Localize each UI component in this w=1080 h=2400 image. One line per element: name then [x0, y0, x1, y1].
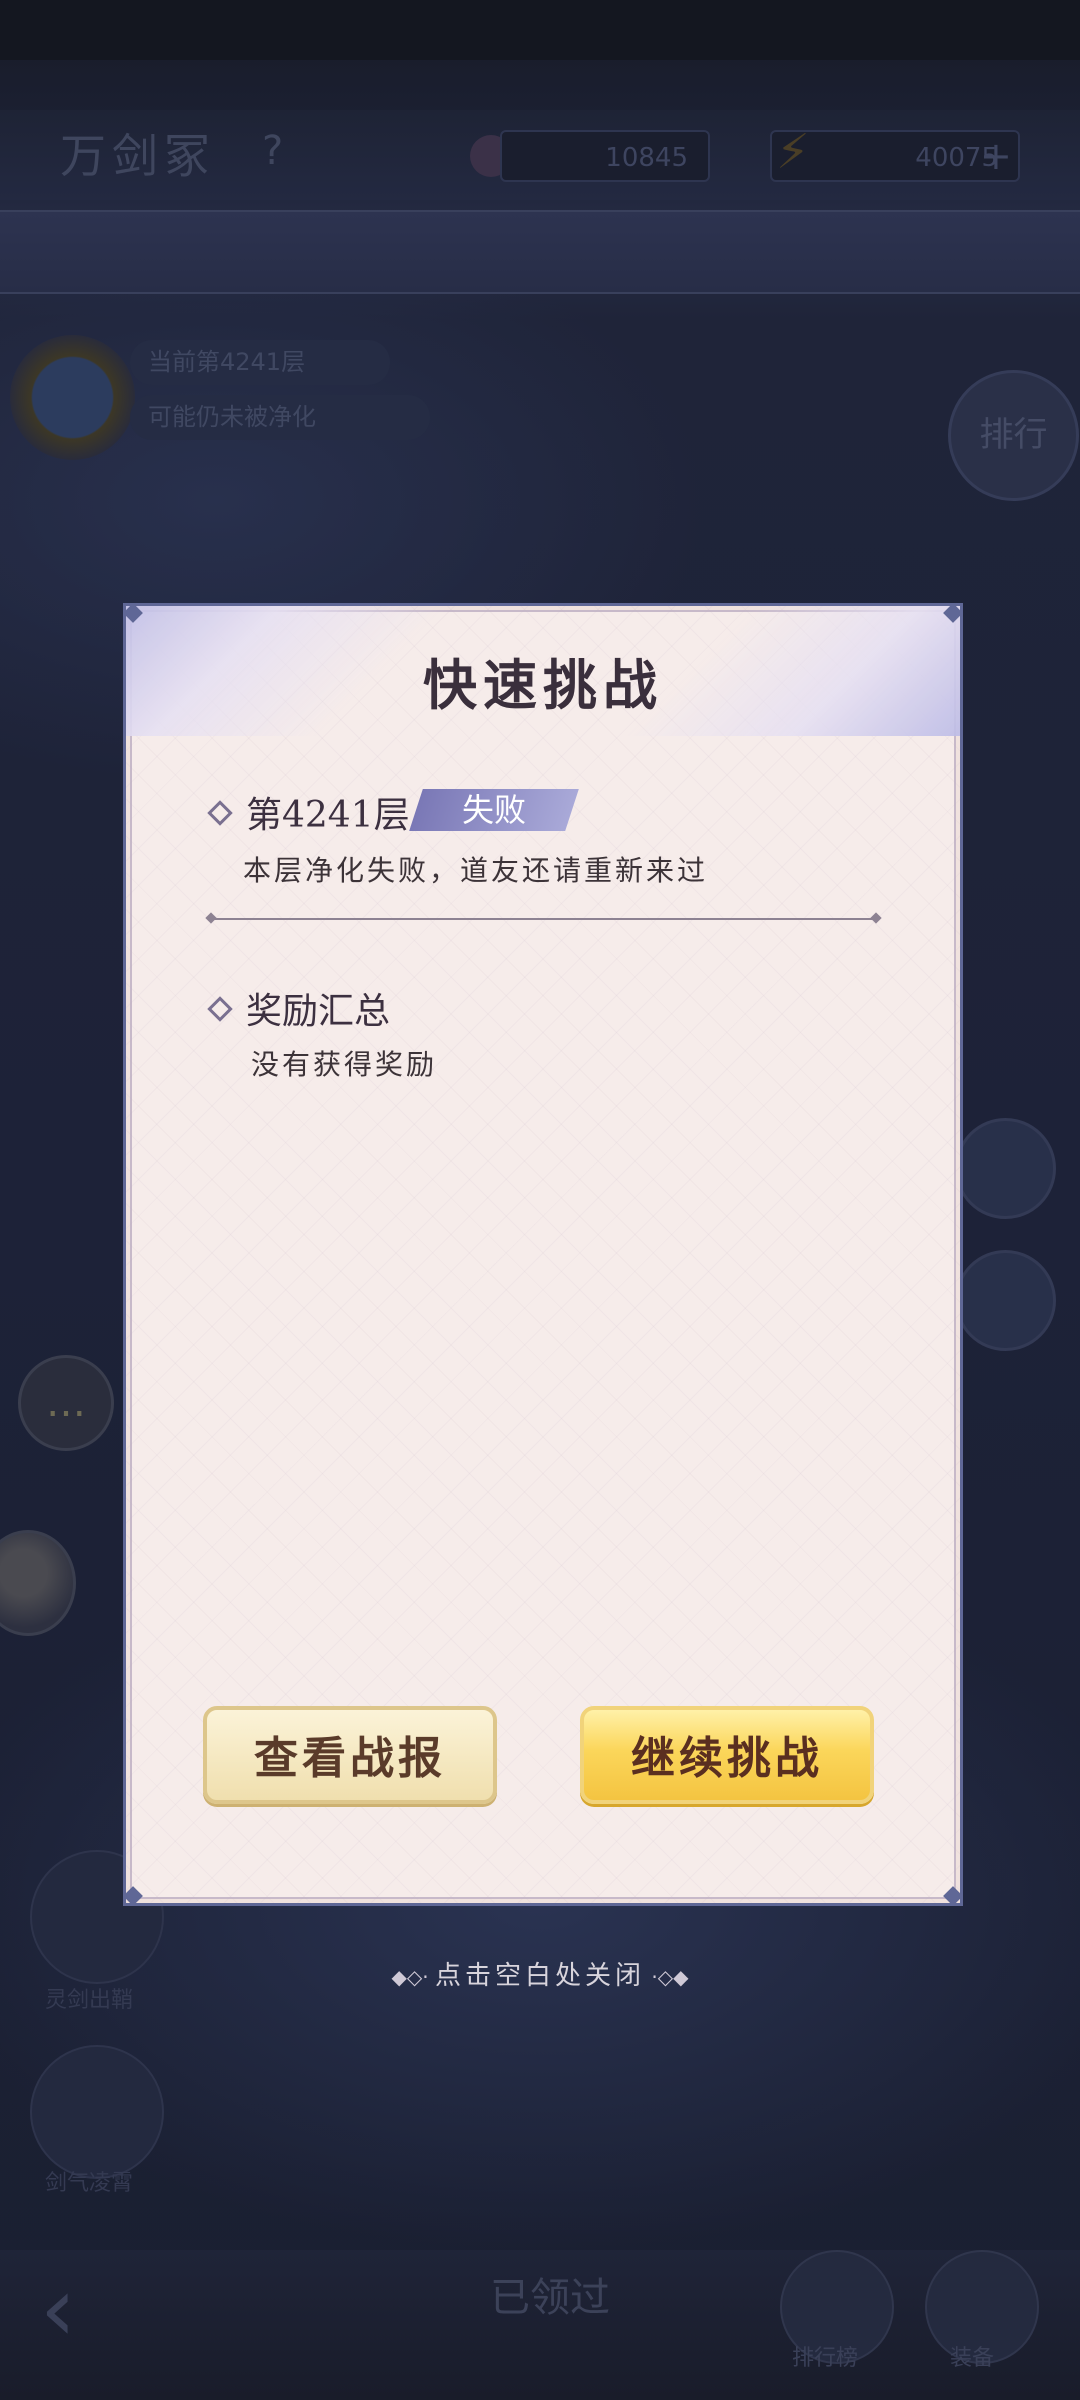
equipment-label: 装备 — [950, 2346, 995, 2371]
close-hint-text: 点击空白处关闭 — [434, 1961, 645, 1991]
dialog-title: 快速挑战 — [423, 653, 663, 717]
add-resource-icon[interactable]: + — [980, 134, 1012, 178]
page-title: 万剑冢 — [60, 129, 216, 183]
floor-label: 第4241层 — [246, 795, 410, 836]
help-icon[interactable]: ? — [262, 128, 283, 174]
rewards-message: 没有获得奖励 — [251, 1048, 438, 1081]
view-battle-report-button[interactable]: 查看战报 — [203, 1706, 497, 1804]
quick-challenge-dialog: 快速挑战 第4241层 失败 本层净化失败，道友还请重新来过 奖励汇总 没有获得… — [123, 603, 963, 1906]
bottom-left-label-2: 剑气凌霄 — [45, 2171, 134, 2196]
status-badge-text: 失败 — [461, 791, 526, 829]
leaderboard-label: 排行榜 — [792, 2346, 859, 2371]
close-hint[interactable]: ◆◇· 点击空白处关闭 ·◇◆ — [0, 1955, 1080, 1992]
side-button-1[interactable] — [955, 1118, 1056, 1219]
bottom-left-feature-2[interactable] — [30, 2045, 164, 2179]
bottom-center-label: 已领过 — [490, 2275, 610, 2321]
floor-info-line-1: 当前第4241层 — [130, 340, 390, 385]
floor-badge-icon — [10, 335, 135, 460]
hint-ornament-right: ·◇◆ — [645, 1965, 689, 1989]
video-record-button[interactable] — [955, 1250, 1056, 1351]
header-band — [0, 210, 1080, 294]
hint-ornament-left: ◆◇· — [391, 1965, 435, 1989]
status-bar — [0, 0, 1080, 60]
back-arrow-icon[interactable]: ‹ — [40, 2255, 170, 2365]
floor-result-message: 本层净化失败，道友还请重新来过 — [243, 854, 709, 887]
rank-button[interactable]: 排行 — [948, 370, 1079, 501]
section-divider — [211, 918, 876, 920]
resource-counter-1: 10845 — [500, 130, 710, 182]
chat-icon[interactable]: … — [18, 1355, 114, 1451]
continue-challenge-button[interactable]: 继续挑战 — [580, 1706, 874, 1804]
rewards-heading: 奖励汇总 — [246, 991, 391, 1032]
floor-info-line-2: 可能仍未被净化 — [130, 395, 430, 440]
energy-icon: ⚡ — [776, 124, 810, 180]
